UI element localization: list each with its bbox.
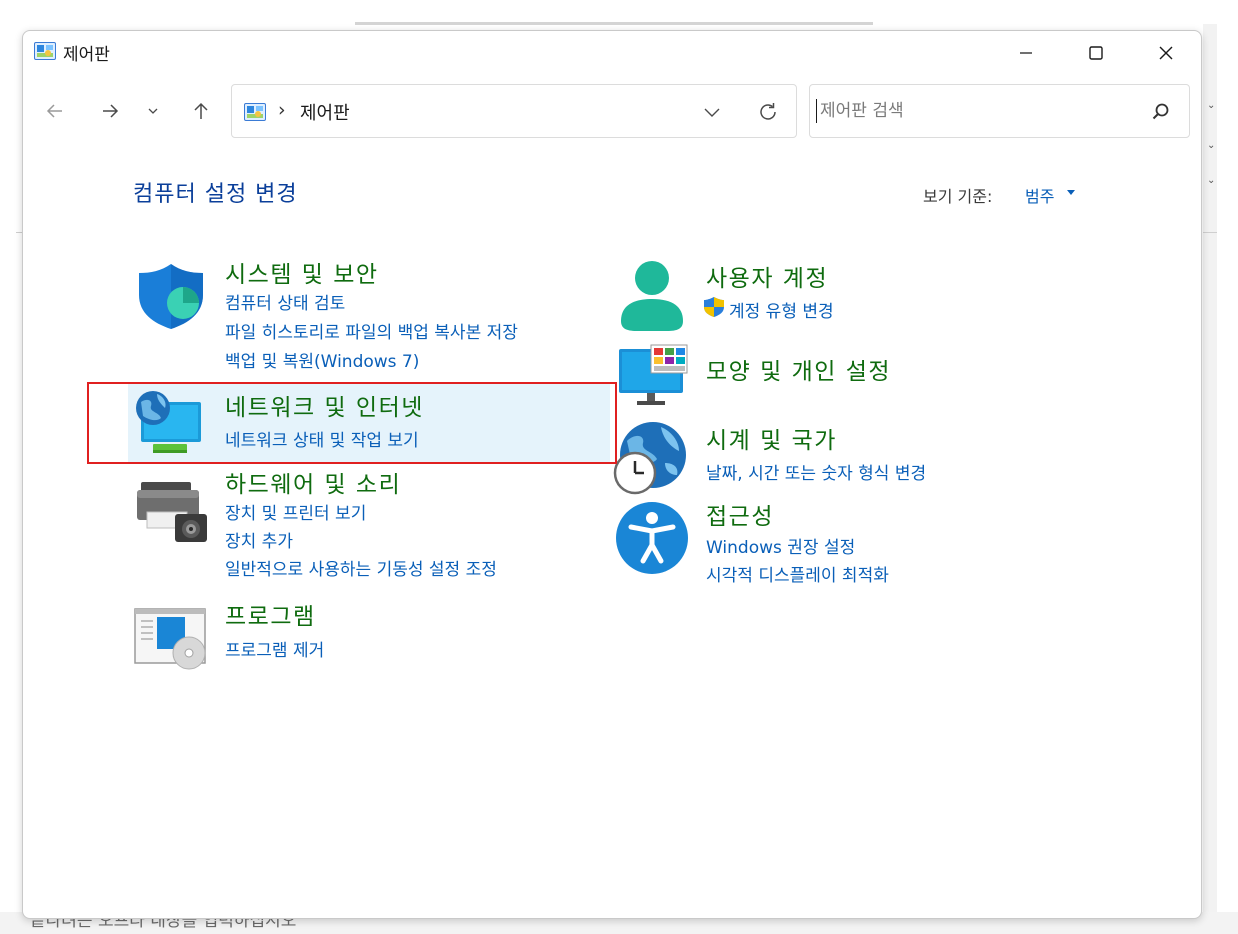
forward-button[interactable] [94,95,126,127]
control-panel-icon [244,103,266,121]
breadcrumb-separator: › [278,99,286,121]
chevron-down-icon [704,108,720,117]
breadcrumb-control-panel[interactable]: 제어판 [300,99,350,125]
page-title: 컴퓨터 설정 변경 [133,182,298,207]
maximize-icon [1089,46,1103,60]
devices-printers-link[interactable]: 장치 및 프린터 보기 [225,499,366,524]
minimize-button[interactable] [991,31,1061,75]
review-computer-status-link[interactable]: 컴퓨터 상태 검토 [225,289,345,314]
text-cursor [816,99,817,123]
back-button[interactable] [39,95,71,127]
optimize-visual-display-link[interactable]: 시각적 디스플레이 최적화 [706,561,889,586]
title-bar[interactable]: 제어판 [23,31,1201,75]
user-accounts-title[interactable]: 사용자 계정 [706,259,828,293]
accessibility-icon[interactable] [615,501,689,575]
chevron-down-icon [148,108,158,114]
control-panel-window: 제어판 › 제어판 제어판 검색 컴퓨터 설정 변경 보기 기준: 범주 시스템… [22,30,1202,919]
background-chevron-icon: ⌄ [1207,140,1216,151]
refresh-icon [760,103,776,120]
arrow-right-icon [103,104,119,118]
system-security-title[interactable]: 시스템 및 보안 [225,255,379,289]
appearance-personalization-title[interactable]: 모양 및 개인 설정 [706,352,891,386]
search-box[interactable] [809,84,1190,138]
window-title: 제어판 [63,45,110,65]
search-icon[interactable] [1150,101,1172,123]
programs-title[interactable]: 프로그램 [225,597,316,631]
monitor-palette-icon[interactable] [617,343,689,407]
globe-clock-icon[interactable] [613,419,689,495]
ease-of-access-title[interactable]: 접근성 [706,497,774,531]
minimize-icon [1020,52,1032,54]
background-chevron-icon: ⌄ [1207,100,1216,111]
arrow-up-icon [194,102,208,119]
close-button[interactable] [1131,31,1201,75]
printer-speaker-icon[interactable] [135,478,209,544]
close-icon [1159,46,1173,60]
refresh-button[interactable] [754,98,782,126]
control-panel-icon [34,42,56,60]
shield-icon[interactable] [135,261,207,331]
recent-locations-button[interactable] [138,95,168,127]
file-history-link[interactable]: 파일 히스토리로 파일의 백업 복사본 저장 [225,318,518,343]
background-divider [1203,232,1217,233]
background-window-edge [355,22,873,25]
up-button[interactable] [185,95,217,127]
user-icon[interactable] [617,259,687,333]
add-device-link[interactable]: 장치 추가 [225,527,293,552]
program-disc-icon[interactable] [133,605,209,671]
mobility-settings-link[interactable]: 일반적으로 사용하는 기동성 설정 조정 [225,555,497,580]
annotation-highlight-box [87,382,617,464]
address-bar[interactable]: › 제어판 [231,84,797,138]
view-by-dropdown[interactable]: 범주 [1025,183,1054,207]
backup-restore-link[interactable]: 백업 및 복원(Windows 7) [225,347,419,372]
windows-recommended-settings-link[interactable]: Windows 권장 설정 [706,533,855,558]
maximize-button[interactable] [1061,31,1131,75]
uac-shield-icon [704,297,724,317]
clock-region-title[interactable]: 시계 및 국가 [706,421,837,455]
address-history-button[interactable] [698,99,726,125]
uninstall-program-link[interactable]: 프로그램 제거 [225,636,324,661]
dropdown-caret-icon[interactable] [1067,190,1075,195]
date-time-format-link[interactable]: 날짜, 시간 또는 숫자 형식 변경 [706,459,926,484]
change-account-type-link[interactable]: 계정 유형 변경 [729,297,834,322]
hardware-sound-title[interactable]: 하드웨어 및 소리 [225,465,401,499]
view-by-label: 보기 기준: [923,187,993,206]
search-input[interactable] [820,93,1140,129]
background-window-right [1203,24,1217,929]
arrow-left-icon [46,104,62,118]
background-chevron-icon: ⌄ [1207,175,1216,186]
